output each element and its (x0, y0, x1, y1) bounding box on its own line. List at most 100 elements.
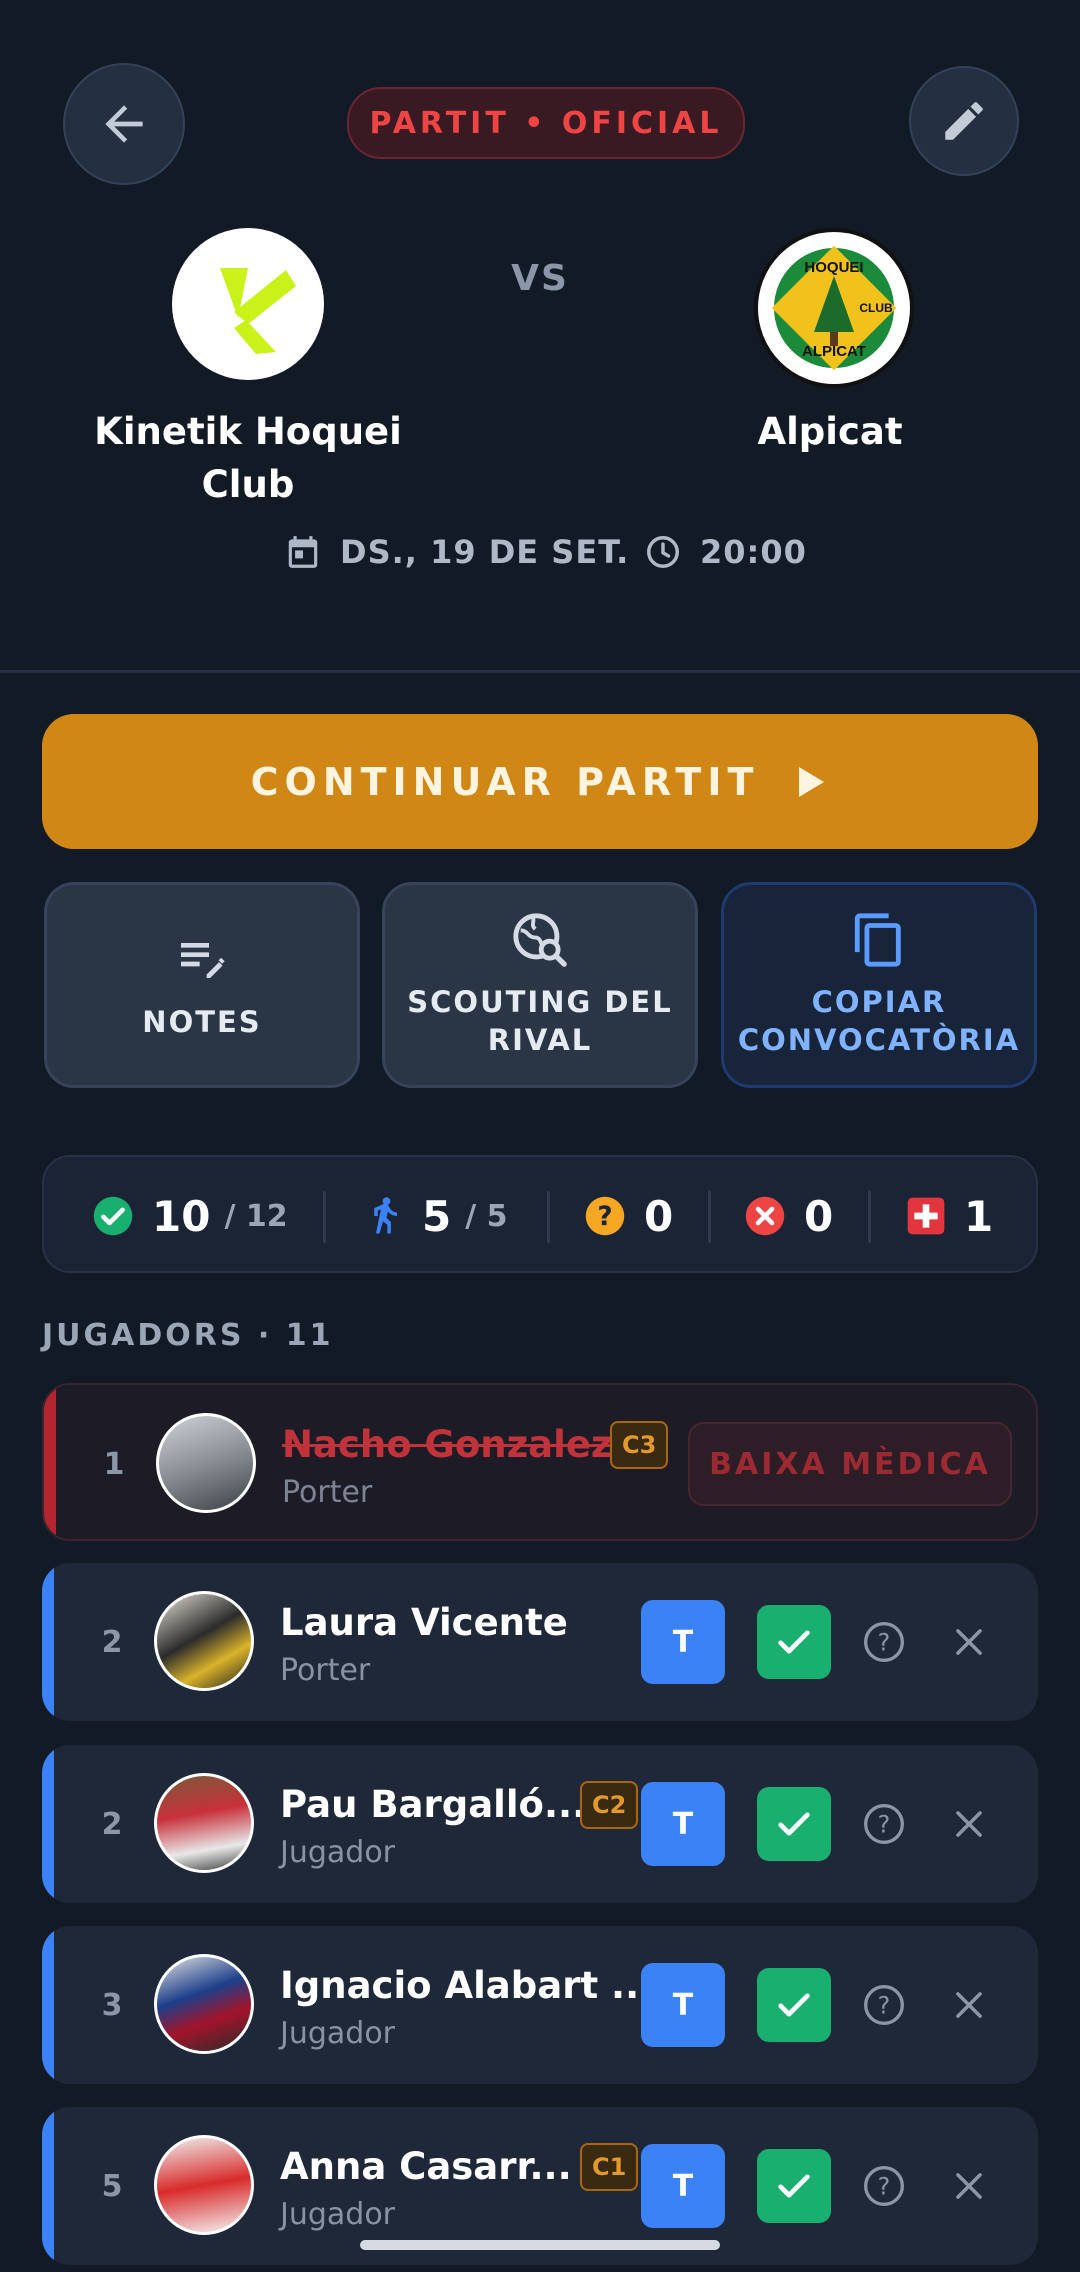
svg-text:?: ? (878, 1628, 891, 1656)
away-team-name: Alpicat (757, 410, 903, 453)
continue-match-button[interactable]: CONTINUAR PARTIT (42, 714, 1038, 849)
check-icon (778, 1812, 810, 1836)
question-circle-icon: ? (864, 2166, 904, 2206)
stat-confirmed-value: 10 (152, 1191, 211, 1241)
stat-field-players-value: 5 (422, 1191, 452, 1241)
decline-button[interactable] (939, 2156, 999, 2216)
close-icon (956, 1811, 982, 1837)
confirm-button[interactable] (757, 2149, 831, 2223)
stat-separator (323, 1191, 326, 1243)
maybe-button[interactable]: ? (854, 1975, 914, 2035)
copy-callup-label: COPIAR CONVOCATÒRIA (737, 985, 1021, 1057)
stat-field-players-total: / 5 (465, 1198, 508, 1234)
confirm-button[interactable] (757, 1968, 831, 2042)
player-row[interactable]: 1 Nacho Gonzalez Porter C3 BAIXA MÈDICA (42, 1383, 1038, 1541)
copy-icon (854, 913, 901, 967)
away-logo-text-top: HOQUEI (804, 259, 863, 276)
check-icon (778, 1993, 810, 2017)
match-type-badge: PARTIT • OFICIAL (347, 87, 745, 159)
maybe-button[interactable]: ? (854, 1612, 914, 1672)
maybe-button[interactable]: ? (854, 1794, 914, 1854)
confirm-button[interactable] (757, 1787, 831, 1861)
player-avatar (156, 1413, 256, 1513)
player-name: Pau Bargalló... (280, 1783, 587, 1826)
starter-toggle[interactable]: T (641, 1963, 725, 2047)
question-circle-icon: ? (585, 1196, 625, 1236)
svg-text:?: ? (878, 1810, 891, 1838)
home-team-name: Kinetik Hoquei Club (94, 410, 402, 506)
decline-button[interactable] (939, 1794, 999, 1854)
player-number: 3 (101, 1987, 123, 2023)
x-circle-icon (745, 1196, 785, 1236)
svg-text:?: ? (878, 2172, 891, 2200)
stat-unknown-value: 0 (644, 1191, 674, 1241)
calendar-icon (288, 536, 318, 568)
captain-badge: C3 (610, 1421, 669, 1469)
player-role: Jugador (280, 1835, 396, 1870)
player-role: Jugador (280, 2197, 396, 2232)
starter-toggle[interactable]: T (641, 1600, 725, 1684)
question-circle-icon: ? (864, 1985, 904, 2025)
player-name: Laura Vicente (280, 1601, 568, 1644)
medical-cross-icon (907, 1197, 945, 1235)
globe-search-icon (513, 913, 567, 967)
match-date-text: DS., 19 DE SET. (340, 533, 630, 571)
edit-button[interactable] (909, 66, 1019, 176)
vs-label: VS (511, 258, 569, 299)
decline-button[interactable] (939, 1612, 999, 1672)
player-avatar (154, 2135, 254, 2235)
question-circle-icon: ? (864, 1622, 904, 1662)
scouting-label: SCOUTING DEL RIVAL (407, 985, 673, 1057)
row-accent (42, 1926, 54, 2084)
match-date: DS., 19 DE SET. (284, 532, 629, 572)
decline-button[interactable] (939, 1975, 999, 2035)
player-avatar (154, 1773, 254, 1873)
back-button[interactable] (63, 63, 185, 185)
notes-edit-icon (181, 943, 225, 978)
stat-separator (547, 1191, 550, 1243)
row-accent (42, 1745, 54, 1903)
maybe-button[interactable]: ? (854, 2156, 914, 2216)
check-icon (778, 2174, 810, 2198)
check-icon (778, 1630, 810, 1654)
players-section-title: JUGADORS · 11 (42, 1318, 334, 1353)
arrow-left-icon (105, 105, 143, 143)
scouting-button[interactable]: SCOUTING DEL RIVAL (382, 882, 698, 1088)
close-icon (956, 2173, 982, 2199)
confirm-button[interactable] (757, 1605, 831, 1679)
match-time: 20:00 (644, 532, 807, 572)
row-accent (42, 2107, 54, 2265)
captain-badge: C1 (580, 2143, 639, 2191)
player-name: Anna Casarr... (280, 2145, 572, 2188)
question-circle-icon: ? (864, 1804, 904, 1844)
starter-toggle[interactable]: T (641, 1782, 725, 1866)
clock-icon (647, 536, 679, 568)
stat-field-players: 5 / 5 (362, 1157, 508, 1275)
close-icon (956, 1992, 982, 2018)
player-role: Jugador (280, 2016, 396, 2051)
close-icon (956, 1629, 982, 1655)
player-name: Nacho Gonzalez (282, 1423, 613, 1466)
match-time-text: 20:00 (700, 533, 807, 571)
player-row[interactable]: 2 Laura Vicente Porter T ? (42, 1563, 1038, 1721)
continue-match-label: CONTINUAR PARTIT (250, 759, 760, 804)
copy-callup-button[interactable]: COPIAR CONVOCATÒRIA (721, 882, 1037, 1088)
player-role: Porter (282, 1475, 373, 1510)
header-divider (0, 670, 1080, 673)
running-person-icon (374, 1197, 397, 1234)
row-accent (42, 1563, 54, 1721)
svg-text:?: ? (878, 1991, 891, 2019)
player-row[interactable]: 3 Ignacio Alabart ... Jugador T ? (42, 1926, 1038, 2084)
home-team-logo (172, 228, 324, 380)
notes-button[interactable]: NOTES (44, 882, 360, 1088)
attendance-stats-bar: 10 / 12 5 / 5 ? 0 0 1 (42, 1155, 1038, 1273)
stat-confirmed: 10 / 12 (92, 1157, 288, 1275)
player-number: 5 (101, 2168, 123, 2204)
player-number: 2 (101, 1806, 123, 1842)
player-name: Ignacio Alabart ... (280, 1964, 654, 2007)
player-row[interactable]: 2 Pau Bargalló... Jugador C2 T ? (42, 1745, 1038, 1903)
stat-injured: 1 (906, 1157, 993, 1275)
home-indicator[interactable] (360, 2240, 720, 2250)
starter-toggle[interactable]: T (641, 2144, 725, 2228)
medical-leave-button[interactable]: BAIXA MÈDICA (688, 1422, 1012, 1506)
